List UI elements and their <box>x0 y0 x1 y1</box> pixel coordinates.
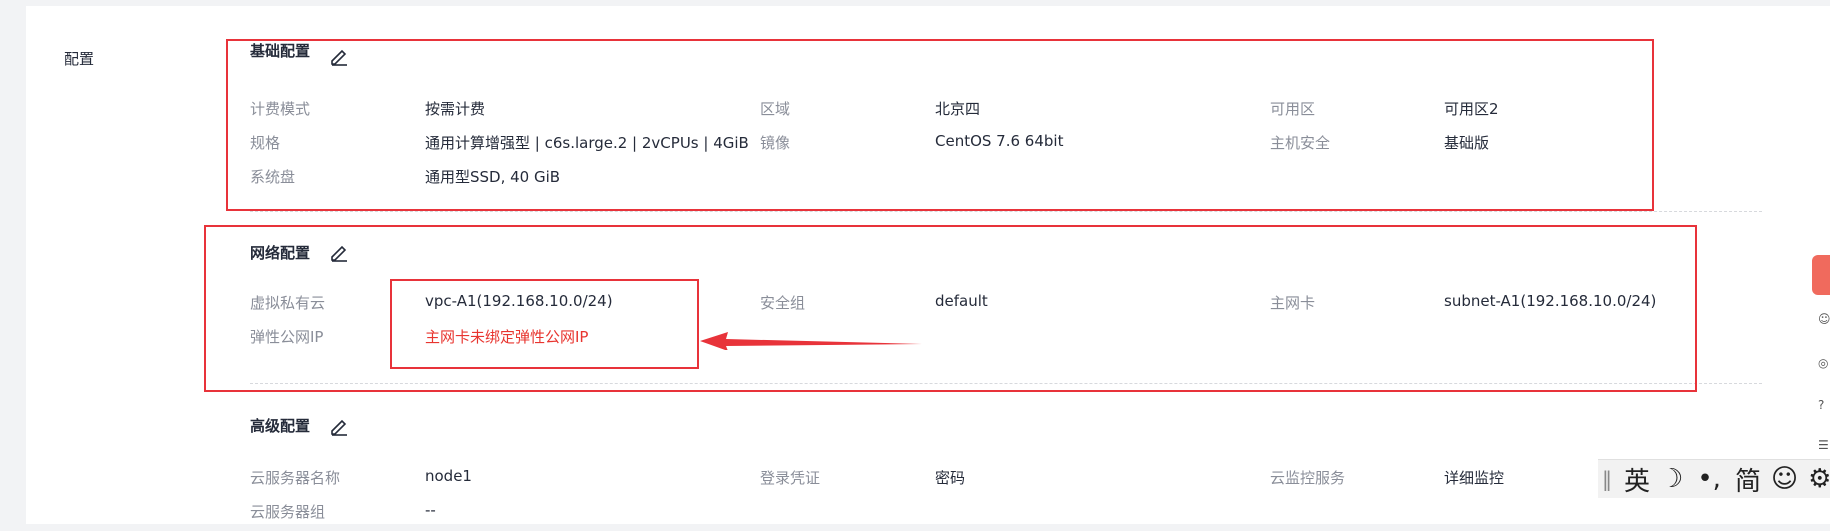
ime-lang-toggle[interactable]: 英 <box>1624 461 1650 498</box>
headset-icon[interactable]: ◎ <box>1818 356 1830 370</box>
monitoring-value: 详细监控 <box>1444 469 1505 487</box>
smile-icon[interactable]: ☺ <box>1818 312 1830 326</box>
bottom-strip <box>0 524 1830 531</box>
server-group-value: -- <box>425 501 436 519</box>
ime-simplified-toggle[interactable]: 简 <box>1735 461 1761 498</box>
punctuation-icon[interactable]: •, <box>1697 464 1721 494</box>
divider <box>250 211 1762 212</box>
help-icon[interactable]: ? <box>1818 398 1830 412</box>
feedback-tab[interactable] <box>1812 255 1830 295</box>
advanced-edit-icon[interactable] <box>329 416 349 436</box>
gear-icon[interactable]: ⚙ <box>1808 464 1830 494</box>
server-name-value: node1 <box>425 467 472 485</box>
section-side-label: 配置 <box>64 50 95 68</box>
doc-icon[interactable]: ☰ <box>1818 438 1830 452</box>
emoji-icon[interactable]: ☺ <box>1771 464 1798 494</box>
moon-icon[interactable]: ☽ <box>1660 464 1683 494</box>
login-credential-label: 登录凭证 <box>760 469 821 487</box>
eip-highlight <box>390 279 699 369</box>
login-credential-value: 密码 <box>935 469 966 487</box>
server-group-label: 云服务器组 <box>250 503 326 521</box>
server-name-label: 云服务器名称 <box>250 469 341 487</box>
ime-toolbar[interactable]: ‖ 英 ☽ •, 简 ☺ ⚙ <box>1598 459 1830 498</box>
monitoring-label: 云监控服务 <box>1270 469 1346 487</box>
arrow-annotation <box>700 332 922 350</box>
advanced-config-title: 高级配置 <box>250 417 311 435</box>
ime-separator: ‖ <box>1602 467 1612 491</box>
basic-config-highlight <box>226 39 1654 211</box>
